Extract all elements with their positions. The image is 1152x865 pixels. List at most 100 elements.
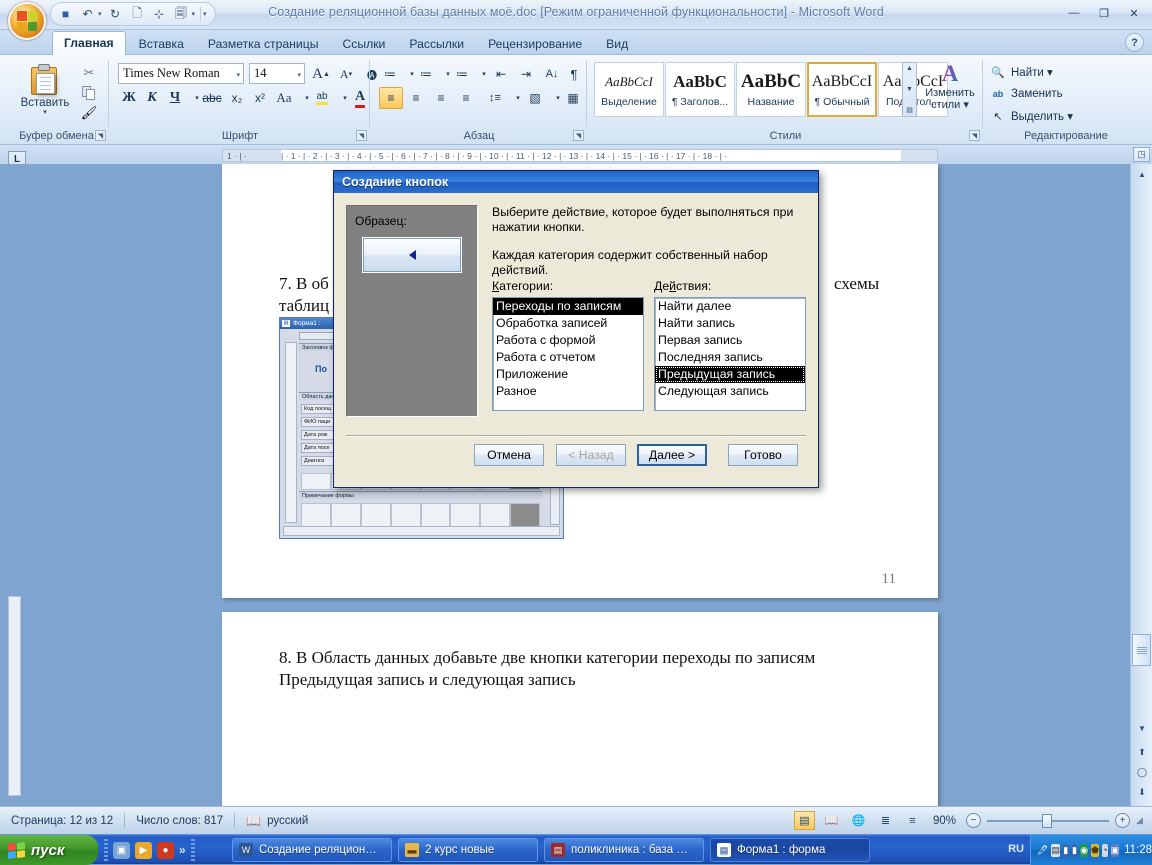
redo-icon[interactable]: ↻ (107, 6, 124, 23)
borders-button[interactable]: ▦ (561, 87, 585, 109)
tab-review[interactable]: Рецензирование (477, 33, 593, 55)
shading-button[interactable]: ▧ (523, 87, 547, 109)
style-tile-vydelenie[interactable]: AaBbCcI Выделение (594, 62, 664, 117)
justify-button[interactable]: ≡ (454, 87, 478, 109)
cancel-button[interactable]: Отмена (474, 444, 544, 466)
undo-icon[interactable]: ↶ (79, 6, 96, 23)
change-case-button[interactable]: Aa (272, 87, 296, 109)
view-draft-button[interactable]: ≡ (902, 811, 923, 830)
word-count-indicator[interactable]: Число слов: 817 (125, 812, 234, 830)
browser-icon[interactable]: ● (157, 841, 174, 859)
italic-button[interactable]: К (141, 87, 163, 109)
font-dialog-launcher[interactable]: ◥ (356, 130, 367, 141)
view-full-screen-reading-button[interactable]: 📖 (821, 811, 842, 830)
subscript-button[interactable]: x₂ (226, 87, 248, 109)
taskbar-button-folder[interactable]: ▬ 2 курс новые (398, 838, 538, 862)
action-item[interactable]: Найти запись (655, 315, 805, 332)
pen-icon[interactable]: 🖊 (1037, 844, 1048, 857)
strikethrough-button[interactable]: abc (200, 87, 224, 109)
show-formatting-marks-button[interactable]: ¶ (563, 63, 585, 85)
new-document-icon[interactable]: 🗋 (129, 6, 146, 23)
zoom-level-label[interactable]: 90% (933, 815, 956, 827)
next-button[interactable]: Далее > (637, 444, 707, 466)
actions-listbox[interactable]: Найти далее Найти запись Первая запись П… (654, 297, 806, 411)
bullets-button[interactable]: ≔ (379, 63, 401, 85)
find-button[interactable]: 🔍 Найти ▾ (990, 62, 1053, 82)
action-item[interactable]: Предыдущая запись (655, 366, 805, 383)
clipboard-dialog-launcher[interactable]: ◥ (95, 130, 106, 141)
horizontal-ruler[interactable]: 1 · | · | · 1 · | · 2 · | · 3 · | · 4 · … (222, 149, 938, 162)
customize-qat-caret[interactable]: ▾ (203, 10, 207, 18)
save-icon[interactable]: ■ (57, 6, 74, 23)
finish-button[interactable]: Готово (728, 444, 798, 466)
underline-button[interactable]: Ч (164, 87, 186, 109)
style-tile-obychny[interactable]: AaBbCcI ¶ Обычный (807, 62, 877, 117)
scrollbar-thumb[interactable] (1132, 634, 1151, 666)
minimize-button[interactable]: — (1060, 4, 1088, 22)
tab-mailings[interactable]: Рассылки (398, 33, 475, 55)
scroll-down-arrow-icon[interactable]: ▼ (1132, 720, 1152, 737)
font-size-input[interactable]: 14 ▾ (249, 63, 305, 84)
category-item[interactable]: Приложение (493, 366, 643, 383)
note-icon[interactable]: ▤ (1051, 843, 1060, 857)
proofing-status[interactable]: 📖 русский (235, 812, 319, 830)
line-spacing-button[interactable]: ↕≡ (483, 87, 507, 109)
media-player-icon[interactable]: ▶ (135, 841, 152, 859)
print-dropdown-caret[interactable]: ▾ (192, 10, 196, 18)
category-item[interactable]: Переходы по записям (493, 298, 643, 315)
grow-font-button[interactable]: A ▲ (309, 63, 333, 85)
security-icon[interactable]: ▣ (1110, 843, 1120, 857)
categories-listbox[interactable]: Переходы по записям Обработка записей Ра… (492, 297, 644, 411)
change-styles-button[interactable]: A Изменить стили ▾ (921, 61, 979, 123)
clock-icon[interactable]: ◔ (1101, 843, 1108, 857)
start-button[interactable]: пуск (0, 835, 98, 865)
copy-button[interactable] (78, 83, 100, 102)
tab-view[interactable]: Вид (595, 33, 639, 55)
action-item[interactable]: Найти далее (655, 298, 805, 315)
language-indicator[interactable]: русский (267, 815, 308, 827)
cut-button[interactable]: ✂ (78, 63, 100, 82)
help-icon[interactable]: ? (1125, 33, 1144, 52)
restore-button[interactable]: ❐ (1090, 4, 1118, 22)
office-button[interactable] (8, 2, 46, 40)
next-page-icon[interactable]: ⬇ (1134, 784, 1150, 800)
previous-page-icon[interactable]: ⬆ (1134, 744, 1150, 760)
replace-button[interactable]: ab Заменить (990, 84, 1063, 104)
close-button[interactable]: ✕ (1120, 4, 1148, 22)
shrink-font-button[interactable]: A ▾ (334, 63, 358, 85)
taskbar-button-form[interactable]: ▤ Форма1 : форма (710, 838, 870, 862)
shield-icon[interactable]: ⬟ (1091, 843, 1099, 857)
undo-dropdown-caret[interactable]: ▾ (98, 10, 102, 18)
taskbar-button-access-db[interactable]: ▤ поликлиника : база … (544, 838, 704, 862)
taskbar-grip[interactable] (190, 839, 195, 861)
access-horizontal-scrollbar[interactable] (283, 526, 560, 536)
styles-scroll-down-icon[interactable]: ▼ (906, 86, 913, 93)
styles-more-icon[interactable]: ▤ (906, 106, 913, 114)
select-browse-object-icon[interactable]: ◯ (1134, 764, 1150, 780)
font-name-caret[interactable]: ▾ (236, 71, 240, 79)
category-item[interactable]: Работа с формой (493, 332, 643, 349)
view-web-layout-button[interactable]: 🌐 (848, 811, 869, 830)
resize-grip-icon[interactable]: ◢ (1136, 815, 1146, 826)
multilevel-list-button[interactable]: ≔ (451, 63, 473, 85)
action-item[interactable]: Следующая запись (655, 383, 805, 400)
paste-dropdown-caret[interactable]: ▾ (43, 109, 47, 116)
view-print-layout-button[interactable]: ▤ (793, 811, 815, 830)
styles-scroll-up-icon[interactable]: ▲ (906, 65, 913, 72)
zoom-out-button[interactable]: − (966, 813, 981, 828)
show-desktop-icon[interactable]: ▣ (113, 841, 130, 859)
category-item[interactable]: Обработка записей (493, 315, 643, 332)
quick-launch-grip[interactable] (104, 839, 108, 861)
align-left-button[interactable]: ≡ (379, 87, 403, 109)
view-outline-button[interactable]: ≣ (875, 811, 896, 830)
bold-button[interactable]: Ж (118, 87, 140, 109)
taskbar-button-word[interactable]: W Создание реляцион… (232, 838, 392, 862)
format-painter-button[interactable]: 🖌 (78, 103, 100, 122)
select-browse-object-button[interactable]: ◳ (1133, 147, 1150, 162)
align-center-button[interactable]: ≡ (404, 87, 428, 109)
vertical-scrollbar[interactable]: ▲ ▼ ⬆ ◯ ⬇ (1130, 164, 1152, 806)
print-preview-icon[interactable]: 🗐 (173, 6, 190, 23)
align-right-button[interactable]: ≡ (429, 87, 453, 109)
network-icon[interactable]: ▮ (1062, 843, 1069, 857)
superscript-button[interactable]: x² (249, 87, 271, 109)
